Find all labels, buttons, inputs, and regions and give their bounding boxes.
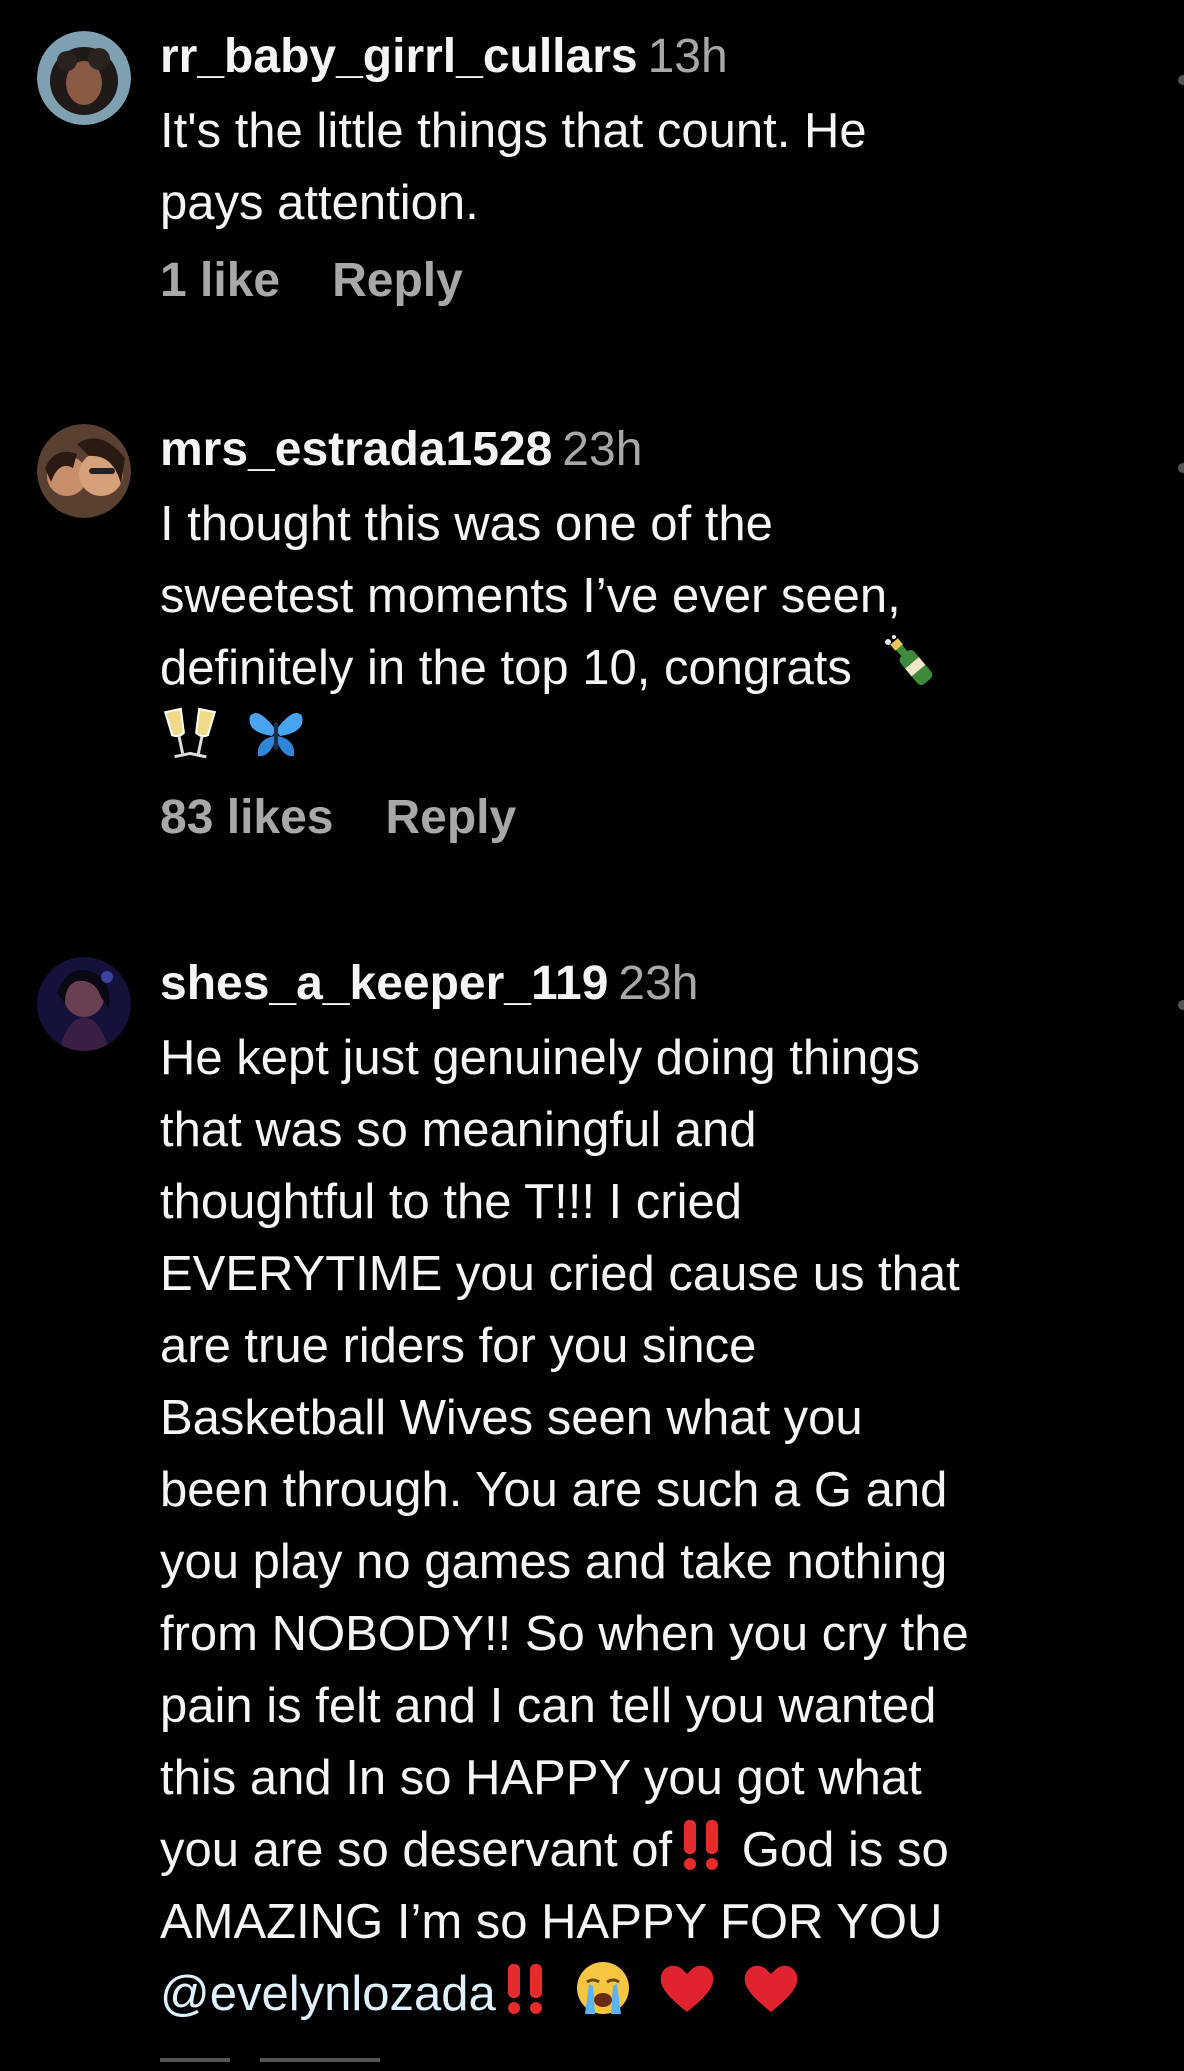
crying-face-icon <box>573 1960 633 2016</box>
reply-button[interactable]: Reply <box>332 254 463 307</box>
double-exclamation-icon <box>500 1960 552 2016</box>
comment-line-text: you are so deservant of <box>160 1823 673 1877</box>
comment-time: 23h <box>562 423 643 476</box>
comment-line: you play no games and take nothing <box>160 1535 948 1589</box>
like-count[interactable]: 83 likes <box>160 791 333 844</box>
more-options-icon[interactable] <box>1178 463 1184 473</box>
avatar[interactable] <box>37 424 131 518</box>
more-options-icon[interactable] <box>1178 75 1184 85</box>
comment-line: been through. You are such a G and <box>160 1463 948 1517</box>
mention-link[interactable]: @evelynlozada <box>160 1967 496 2021</box>
reply-button[interactable]: Reply <box>385 791 516 844</box>
comment-username[interactable]: shes_a_keeper_119 <box>160 957 608 1010</box>
comment-line: this and In so HAPPY you got what <box>160 1751 922 1805</box>
comment-line: pain is felt and I can tell you wanted <box>160 1679 937 1733</box>
champagne-bottle-icon <box>880 634 940 690</box>
comment-line-text: God is so <box>741 1823 949 1877</box>
like-count[interactable]: 1 like <box>160 254 280 307</box>
butterfly-icon <box>246 706 306 762</box>
comment-time: 13h <box>647 30 728 83</box>
double-exclamation-icon <box>676 1816 728 1872</box>
red-heart-icon <box>741 1960 801 2016</box>
comment-line <box>160 704 1160 776</box>
comment-line: I thought this was one of the <box>160 497 773 551</box>
comment-line: EVERYTIME you cried cause us that <box>160 1247 960 1301</box>
comment-username[interactable]: mrs_estrada1528 <box>160 423 552 476</box>
comment-line: definitely in the top 10, congrats <box>160 632 1160 704</box>
avatar[interactable] <box>37 31 131 125</box>
comment-line: Basketball Wives seen what you <box>160 1391 863 1445</box>
comment-line: from NOBODY!! So when you cry the <box>160 1607 969 1661</box>
comment-line: are true riders for you since <box>160 1319 757 1373</box>
comment-line: you are so deservant of God is so <box>160 1814 1160 1886</box>
comment-line: that was so meaningful and <box>160 1103 757 1157</box>
red-heart-icon <box>657 1960 717 2016</box>
comment-line: It's the little things that count. He <box>160 104 867 158</box>
avatar[interactable] <box>37 957 131 1051</box>
comment-line: sweetest moments I’ve ever seen, <box>160 569 901 623</box>
comment-text: I thought this was one of the sweetest m… <box>160 488 1160 776</box>
clinking-glasses-icon <box>160 706 220 762</box>
comment-line: thoughtful to the T!!! I cried <box>160 1175 742 1229</box>
comment-line: AMAZING I’m so HAPPY FOR YOU <box>160 1895 943 1949</box>
comment-username[interactable]: rr_baby_girrl_cullars <box>160 30 638 83</box>
comment-text: He kept just genuinely doing things that… <box>160 1022 1160 2030</box>
comment-text: It's the little things that count. He pa… <box>160 95 1160 239</box>
more-options-icon[interactable] <box>1178 1000 1184 1010</box>
cutoff-actions-row <box>160 2058 460 2071</box>
comment-line-text: definitely in the top 10, congrats <box>160 641 852 695</box>
comment-line: @evelynlozada <box>160 1958 1160 2030</box>
comment-line: pays attention. <box>160 176 479 230</box>
comment-line: He kept just genuinely doing things <box>160 1031 921 1085</box>
comment-time: 23h <box>618 957 699 1010</box>
